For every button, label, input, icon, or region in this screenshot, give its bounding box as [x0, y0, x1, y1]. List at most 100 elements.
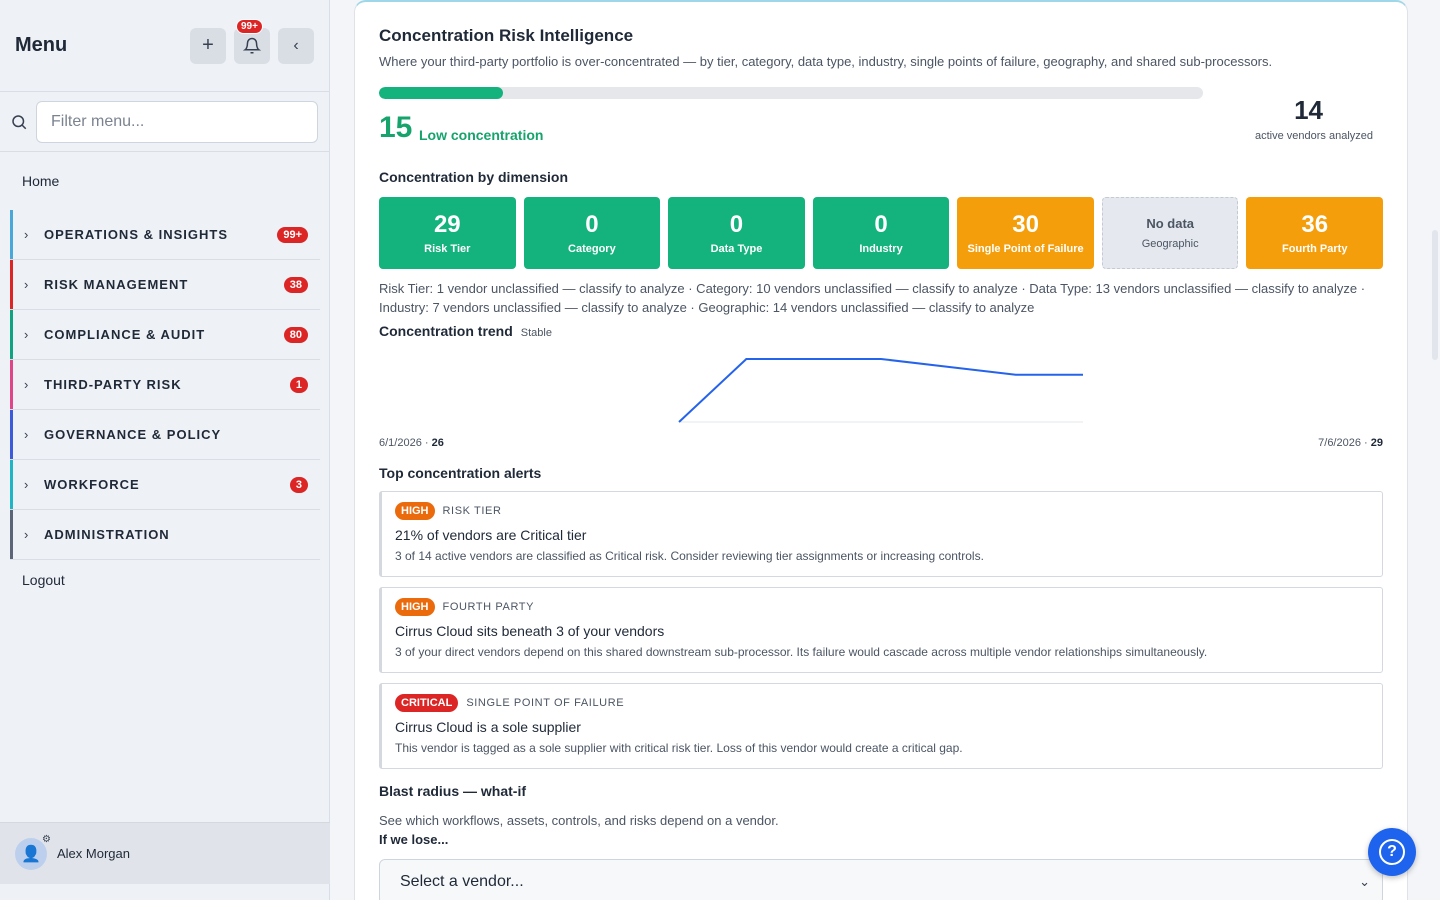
notification-badge: 99+	[236, 18, 263, 34]
alert-title: Cirrus Cloud sits beneath 3 of your vend…	[395, 623, 665, 639]
user-bar[interactable]: 👤 ⚙ Alex Morgan	[0, 822, 330, 884]
user-icon: 👤	[21, 845, 41, 863]
trend-svg	[678, 358, 1083, 423]
chevron-left-icon: ‹	[293, 36, 299, 54]
alert-title: 21% of vendors are Critical tier	[395, 527, 587, 543]
trend-start-value: 26	[431, 437, 444, 449]
alert-header: CRITICAL SINGLE POINT OF FAILURE	[395, 694, 1369, 712]
sidebar-group-0[interactable]: › OPERATIONS & INSIGHTS 99+	[10, 210, 320, 260]
vendor-select[interactable]: Select a vendor... ⌄	[379, 859, 1383, 900]
page-subtitle: Where your third-party portfolio is over…	[379, 54, 1273, 69]
sidebar-group-label: ADMINISTRATION	[44, 527, 170, 542]
trend-chart	[379, 339, 1383, 437]
dimension-tile[interactable]: No data Geographic	[1101, 197, 1239, 269]
concentration-score-label: Low concentration	[419, 127, 544, 143]
unclassified-note: Risk Tier: 1 vendor unclassified — class…	[379, 281, 1366, 315]
chevron-down-icon: ⌄	[1359, 874, 1370, 889]
dimension-tile[interactable]: 29 Risk Tier	[379, 197, 516, 269]
dimension-tile[interactable]: 30 Single Point of Failure	[957, 197, 1094, 269]
plus-icon: +	[202, 34, 214, 56]
trend-line	[678, 358, 1083, 423]
nav-groups: › OPERATIONS & INSIGHTS 99+ › RISK MANAGEMEN…	[0, 210, 329, 560]
sidebar-group-count: 38	[283, 276, 308, 293]
sidebar-group-1[interactable]: › RISK MANAGEMENT 38	[10, 260, 320, 310]
sidebar-group-5[interactable]: › WORKFORCE 3	[10, 460, 320, 510]
sidebar-title: Menu	[15, 34, 68, 56]
alert-category: RISK TIER	[442, 505, 502, 517]
gear-icon: ⚙	[42, 833, 51, 845]
alert-header: HIGH RISK TIER	[395, 502, 1369, 520]
alerts-list: HIGH RISK TIER 21% of vendors are Critical…	[379, 491, 1383, 769]
sidebar-group-count: 1	[289, 376, 308, 393]
notifications-button[interactable]: 99+	[234, 18, 270, 64]
trend-title: Concentration trend	[379, 323, 513, 339]
scrollbar[interactable]	[1432, 230, 1438, 360]
dimension-tile[interactable]: 36 Fourth Party	[1246, 197, 1384, 269]
trend-end-date: 7/6/2026	[1318, 437, 1361, 449]
dimension-tile[interactable]: 0 Category	[523, 197, 661, 269]
trend-start: 6/1/2026 · 26	[379, 437, 444, 449]
help-icon: ?	[1379, 839, 1405, 865]
concentration-progress-bar	[379, 87, 1203, 99]
alert-card[interactable]: HIGH RISK TIER 21% of vendors are Critical…	[379, 491, 1383, 577]
sidebar-group-label: RISK MANAGEMENT	[44, 277, 189, 292]
score-row: 15 Low concentration 14 active vendors a…	[379, 87, 1383, 169]
blast-radius-title: Blast radius — what-if	[379, 783, 527, 799]
alert-header: HIGH FOURTH PARTY	[395, 598, 1369, 616]
sidebar-group-2[interactable]: › COMPLIANCE & AUDIT 80	[10, 310, 320, 360]
nav-home[interactable]: Home	[0, 152, 329, 210]
logout-link[interactable]: Logout	[0, 560, 329, 600]
dimension-tiles: 29 Risk Tier 0 Category 0 Data Type 0 Industry 3…	[379, 197, 1384, 269]
add-button[interactable]: +	[190, 27, 226, 64]
alert-description: This vendor is tagged as a sole supplier…	[395, 741, 963, 755]
sidebar-group-label: OPERATIONS & INSIGHTS	[44, 227, 228, 242]
chevron-right-icon: ›	[24, 277, 29, 292]
dimension-value: 36	[1301, 211, 1329, 238]
filter-menu-input[interactable]	[36, 100, 318, 143]
dimension-value: 0	[729, 211, 744, 238]
alert-card[interactable]: CRITICAL SINGLE POINT OF FAILURE Cirrus Cl…	[379, 683, 1383, 769]
progress-fill	[379, 87, 503, 99]
chevron-right-icon: ›	[24, 427, 29, 442]
user-name: Alex Morgan	[57, 846, 130, 861]
sidebar-group-label: GOVERNANCE & POLICY	[44, 427, 222, 442]
sidebar: Menu + 99+ ‹ Home › OPERATIONS & INSIGHTS…	[0, 0, 330, 900]
dimension-label: Data Type	[710, 243, 763, 255]
dimension-value: 0	[874, 211, 888, 238]
dimension-label: Single Point of Failure	[967, 243, 1084, 255]
sidebar-header: Menu + 99+ ‹	[0, 0, 329, 92]
page-title: Concentration Risk Intelligence	[379, 26, 634, 45]
sidebar-group-6[interactable]: › ADMINISTRATION	[10, 510, 320, 560]
alert-description: 3 of 14 active vendors are classified as…	[395, 549, 984, 563]
dimension-tile[interactable]: 0 Data Type	[668, 197, 805, 269]
trend-end: 7/6/2026 · 29	[1318, 437, 1383, 449]
sidebar-group-3[interactable]: › THIRD-PARTY RISK 1	[10, 360, 320, 410]
dimension-tile[interactable]: 0 Industry	[812, 197, 950, 269]
alert-category: FOURTH PARTY	[442, 601, 535, 613]
vendor-count: 14	[1294, 95, 1323, 125]
help-button[interactable]: ?	[1368, 828, 1416, 876]
dimension-section-title: Concentration by dimension	[379, 169, 569, 185]
avatar[interactable]: 👤 ⚙	[15, 834, 51, 870]
if-we-lose-label: If we lose...	[379, 832, 449, 847]
chevron-right-icon: ›	[24, 527, 29, 542]
dimension-value: 0	[585, 211, 599, 238]
vendor-select-value: Select a vendor...	[400, 873, 524, 890]
trend-status: Stable	[520, 327, 552, 339]
trend-header: Concentration trend Stable	[379, 323, 1383, 339]
chevron-right-icon: ›	[24, 327, 29, 342]
trend-end-value: 29	[1370, 437, 1383, 449]
collapse-sidebar-button[interactable]: ‹	[278, 27, 314, 64]
chevron-right-icon: ›	[24, 477, 29, 492]
dimension-value: 30	[1012, 211, 1039, 238]
alert-title: Cirrus Cloud is a sole supplier	[395, 719, 581, 735]
sidebar-group-label: COMPLIANCE & AUDIT	[44, 327, 206, 342]
filter-row	[0, 92, 329, 152]
dimension-value: No data	[1146, 216, 1195, 231]
dimension-label: Industry	[859, 243, 903, 255]
sidebar-group-4[interactable]: › GOVERNANCE & POLICY	[10, 410, 320, 460]
concentration-risk-card: Concentration Risk Intelligence Where yo…	[354, 0, 1408, 900]
sidebar-group-label: WORKFORCE	[44, 477, 140, 492]
alert-card[interactable]: HIGH FOURTH PARTY Cirrus Cloud sits beneat…	[379, 587, 1383, 673]
trend-labels: 6/1/2026 · 26 7/6/2026 · 29	[379, 437, 1383, 449]
